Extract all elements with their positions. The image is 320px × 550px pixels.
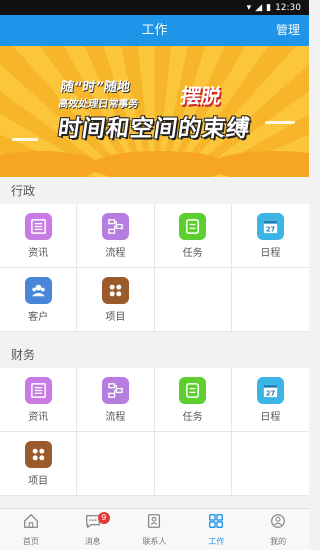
banner-big-text: 摆脱	[179, 84, 223, 108]
grid-empty-cell	[154, 268, 232, 332]
tab-contacts[interactable]: 联系人	[124, 509, 186, 550]
grid-item-label: 客户	[28, 311, 49, 323]
grid-item-label: 项目	[105, 311, 126, 323]
status-time: 12:30	[275, 2, 301, 13]
grid-item-label: 项目	[28, 475, 49, 487]
svg-text:27: 27	[266, 225, 276, 233]
grid-item-task[interactable]: 任务	[154, 204, 232, 268]
banner-cloud	[90, 151, 230, 177]
project-icon	[24, 440, 52, 468]
tab-label: 首页	[22, 537, 39, 546]
grid-empty-cell	[231, 268, 309, 332]
banner-line2: 时间和空间的束缚	[56, 116, 252, 142]
tab-message[interactable]: 消息 9	[62, 509, 124, 550]
grid-empty-cell	[154, 432, 232, 496]
grid-empty-cell	[77, 432, 155, 496]
tab-home[interactable]: 首页	[0, 509, 62, 550]
grid-item-label: 资讯	[28, 247, 49, 259]
grid-item-project[interactable]: 项目	[77, 268, 155, 332]
flow-icon	[101, 212, 129, 240]
admin-grid: 资讯 流程 任务 27 日程客户 项目	[0, 204, 309, 332]
grid-item-news[interactable]: 资讯	[0, 204, 78, 268]
grid-item-label: 任务	[182, 247, 203, 259]
tab-label: 消息	[84, 537, 101, 546]
grid-item-label: 任务	[182, 411, 203, 423]
grid-item-label: 资讯	[28, 411, 49, 423]
tab-profile[interactable]: 我的	[247, 509, 309, 550]
grid-item-label: 流程	[105, 411, 126, 423]
task-icon	[179, 212, 207, 240]
tab-label: 工作	[208, 537, 225, 546]
calendar-icon: 27	[256, 376, 284, 404]
section-title-admin: 行政	[0, 178, 309, 204]
work-icon	[207, 512, 225, 534]
status-bar: ▾ ◢ ▮ 12:30	[0, 0, 309, 15]
app-bar: 工作 管理	[0, 15, 309, 46]
bottom-tab-bar: 首页 消息 9 联系人 工作 我的	[0, 508, 309, 550]
grid-item-project[interactable]: 项目	[0, 432, 78, 496]
customer-icon	[24, 276, 52, 304]
grid-item-label: 日程	[260, 411, 281, 423]
tab-label: 我的	[270, 537, 287, 546]
page-title: 工作	[141, 23, 168, 38]
manage-button[interactable]: 管理	[276, 15, 300, 46]
tab-work[interactable]: 工作	[185, 509, 247, 550]
project-icon	[101, 276, 129, 304]
news-icon	[24, 376, 52, 404]
grid-item-task[interactable]: 任务	[154, 368, 232, 432]
flow-icon	[101, 376, 129, 404]
banner-line1-text: 随“时”随地	[59, 80, 131, 95]
grid-item-calendar[interactable]: 27 日程	[231, 368, 309, 432]
banner-line1: 随“时”随地 高效处理日常事务	[58, 76, 143, 110]
signal-icon: ◢	[255, 2, 263, 13]
grid-item-customer[interactable]: 客户	[0, 268, 78, 332]
banner-line1-big: 摆脱	[173, 80, 223, 109]
banner-line1-small: 高效处理日常事务	[57, 99, 140, 110]
wifi-icon: ▾	[246, 2, 252, 13]
tab-label: 联系人	[142, 537, 167, 546]
profile-icon	[269, 512, 287, 534]
promo-banner[interactable]: 随“时”随地 高效处理日常事务 摆脱 时间和空间的束缚	[0, 46, 309, 177]
news-icon	[24, 212, 52, 240]
section-title-finance: 财务	[0, 342, 309, 368]
task-icon	[179, 376, 207, 404]
calendar-icon: 27	[256, 212, 284, 240]
grid-item-flow[interactable]: 流程	[77, 204, 155, 268]
svg-text:27: 27	[266, 389, 276, 397]
grid-item-news[interactable]: 资讯	[0, 368, 78, 432]
grid-item-label: 流程	[105, 247, 126, 259]
home-icon	[22, 512, 40, 534]
grid-item-label: 日程	[260, 247, 281, 259]
grid-item-flow[interactable]: 流程	[77, 368, 155, 432]
battery-icon: ▮	[266, 2, 272, 13]
unread-badge: 9	[97, 512, 110, 524]
finance-grid: 资讯 流程 任务 27 日程项目	[0, 368, 309, 496]
grid-empty-cell	[231, 432, 309, 496]
grid-item-calendar[interactable]: 27 日程	[231, 204, 309, 268]
contacts-icon	[145, 512, 163, 534]
